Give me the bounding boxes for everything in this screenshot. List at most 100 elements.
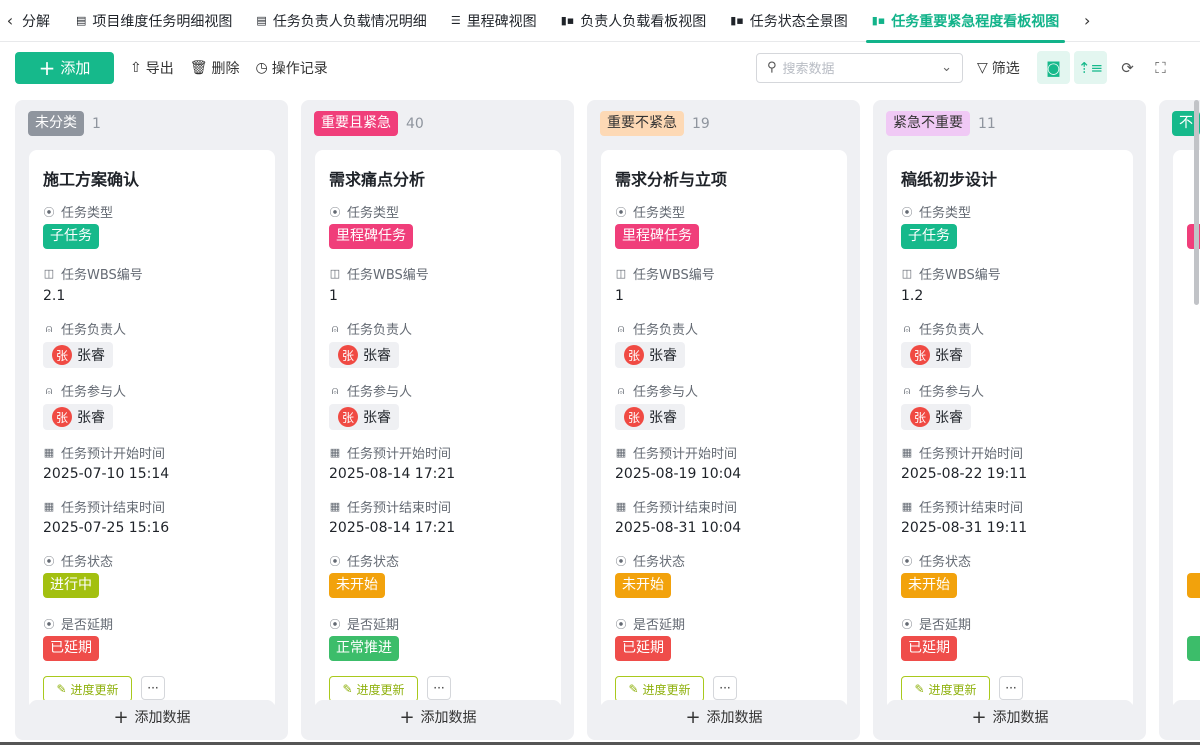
field-label: ⍝ 任务负责人	[43, 319, 126, 339]
field-label: ▦ 任务预计开始时间	[615, 446, 738, 462]
field-label: ⦿ 任务类型	[43, 205, 114, 222]
card-title[interactable]: 需求痛点分析	[329, 166, 425, 190]
plus-icon: +	[38, 55, 56, 80]
participant-chip[interactable]: 张张睿	[43, 404, 113, 430]
field-label: ⦿ 任务类型	[901, 205, 972, 222]
field-label: ⍝ 任务负责人	[901, 319, 984, 339]
upload-icon: ⇧	[130, 59, 142, 76]
status-tag	[1187, 573, 1200, 598]
history-button[interactable]: ◷ 操作记录	[256, 58, 328, 78]
kanban-icon: ▮▪	[730, 14, 744, 27]
tab-2[interactable]: ▤ 任务负责人负载情况明细	[244, 0, 438, 42]
radio-icon: ⦿	[901, 617, 913, 631]
participant-chip[interactable]: 张张睿	[901, 404, 971, 430]
field-label: ⍝ 任务负责人	[615, 319, 698, 339]
refresh-icon: ⟳	[1121, 58, 1134, 77]
field-label: ⦿ 任务状态	[901, 554, 972, 571]
card-title[interactable]: 施工方案确认	[43, 166, 139, 190]
more-button[interactable]: ···	[999, 676, 1023, 700]
table-icon: ▤	[76, 14, 87, 27]
calendar-icon: ▦	[43, 500, 55, 513]
refresh-button[interactable]: ⟳	[1111, 51, 1144, 84]
more-button[interactable]: ···	[713, 676, 737, 700]
progress-update-button[interactable]: ✎ 进度更新	[901, 676, 990, 702]
vertical-scrollbar[interactable]	[1194, 100, 1199, 305]
scroll-right-icon[interactable]: ›	[1077, 11, 1097, 30]
add-data-button[interactable]: +添加数据	[887, 700, 1133, 734]
tab-3[interactable]: ☰ 里程碑视图	[439, 0, 549, 42]
export-button[interactable]: ⇧ 导出	[130, 58, 174, 78]
user-icon: ⍝	[331, 321, 339, 335]
add-data-button[interactable]: +添加数据	[315, 700, 561, 734]
filter-button[interactable]: ▽ 筛选	[977, 58, 1020, 78]
task-card[interactable]: 稿纸初步设计 ⦿ 任务类型 子任务 ◫ 任务WBS编号 1.2 ⍝ 任务负责人张张睿 ⍝ 任务参与人…	[887, 150, 1133, 710]
column-header: 重要不紧急 19	[600, 111, 710, 136]
calendar-icon: ▦	[615, 500, 627, 513]
wbs-value: 1	[329, 288, 338, 304]
add-button[interactable]: + 添加	[15, 51, 114, 84]
chevron-down-icon[interactable]: ⌄	[941, 60, 952, 75]
field-label: ◫ 任务WBS编号	[901, 267, 1001, 283]
more-button[interactable]: ···	[141, 676, 165, 700]
kanban-column: 重要不紧急 19 需求分析与立项 ⦿ 任务类型 里程碑任务 ◫ 任务WBS编号 1 ⍝ 任务负责人张…	[587, 100, 860, 740]
add-data-button[interactable]: +添加数据	[1173, 700, 1200, 734]
field-label: ◫ 任务WBS编号	[329, 267, 429, 283]
field-label: ▦ 任务预计结束时间	[43, 500, 166, 516]
add-data-button[interactable]: +添加数据	[601, 700, 847, 734]
tab-6[interactable]: ▮▪ 任务重要紧急程度看板视图	[860, 0, 1072, 43]
column-count: 19	[692, 115, 710, 132]
avatar: 张	[338, 345, 358, 365]
radio-icon: ⦿	[43, 554, 55, 568]
calendar-icon: ▦	[901, 500, 913, 513]
progress-update-button[interactable]: ✎ 进度更新	[329, 676, 418, 702]
field-label: ⦿ 是否延期	[901, 617, 972, 634]
tab-1[interactable]: ▤ 项目维度任务明细视图	[64, 0, 244, 42]
avatar: 张	[624, 345, 644, 365]
progress-update-button[interactable]: ✎ 进度更新	[615, 676, 704, 702]
start-value: 2025-08-14 17:21	[329, 466, 456, 482]
add-data-button[interactable]: +添加数据	[29, 700, 275, 734]
sort-button[interactable]: ⇡≡	[1074, 51, 1107, 84]
card-title[interactable]: 稿纸初步设计	[901, 166, 997, 190]
progress-update-button[interactable]: ✎ 进度更新	[43, 676, 132, 702]
task-card[interactable]: 需求痛点分析 ⦿ 任务类型 里程碑任务 ◫ 任务WBS编号 1 ⍝ 任务负责人张张睿 ⍝ 任务参与人…	[315, 150, 561, 710]
calendar-icon: ▦	[329, 446, 341, 459]
avatar: 张	[338, 407, 358, 427]
tab-0[interactable]: 分解	[20, 0, 64, 42]
edit-icon: ✎	[914, 682, 925, 696]
participant-chip[interactable]: 张张睿	[615, 404, 685, 430]
participant-chip[interactable]: 张张睿	[329, 404, 399, 430]
field-label: ◫ 任务WBS编号	[615, 267, 715, 283]
users-icon: ⍝	[45, 383, 53, 397]
wbs-value: 2.1	[43, 288, 66, 304]
owner-chip[interactable]: 张张睿	[43, 342, 113, 368]
edit-icon: ✎	[342, 682, 353, 696]
field-label: ⍝ 任务负责人	[329, 319, 412, 339]
milestone-icon: ☰	[450, 14, 461, 27]
task-card[interactable]: 施工方案确认 ⦿ 任务类型 子任务 ◫ 任务WBS编号 2.1 ⍝ 任务负责人张张睿 ⍝ 任务参与人…	[29, 150, 275, 710]
scroll-left-icon[interactable]: ‹	[0, 11, 20, 30]
owner-chip[interactable]: 张张睿	[615, 342, 685, 368]
field-label: ⦿ 是否延期	[615, 617, 686, 634]
task-card[interactable]: 需求分析与立项 ⦿ 任务类型 里程碑任务 ◫ 任务WBS编号 1 ⍝ 任务负责人张张睿 ⍝ 任务参与…	[601, 150, 847, 710]
start-value: 2025-08-22 19:11	[901, 466, 1028, 482]
view-settings-button[interactable]: ◙	[1037, 51, 1070, 84]
owner-chip[interactable]: 张张睿	[901, 342, 971, 368]
fullscreen-button[interactable]: ⛶	[1144, 51, 1177, 84]
delete-button[interactable]: 🗑 删除	[190, 58, 240, 78]
status-tag: 未开始	[329, 573, 385, 598]
sort-icon: ⇡≡	[1077, 58, 1104, 77]
owner-chip[interactable]: 张张睿	[329, 342, 399, 368]
tab-4[interactable]: ▮▪ 负责人负载看板视图	[549, 0, 719, 42]
more-button[interactable]: ···	[427, 676, 451, 700]
radio-icon: ⦿	[43, 617, 55, 631]
delay-tag: 已延期	[43, 636, 99, 661]
search-input[interactable]: ⚲ 搜索数据 ⌄	[756, 52, 963, 83]
wbs-value: 1	[615, 288, 624, 304]
avatar: 张	[910, 407, 930, 427]
avatar: 张	[52, 345, 72, 365]
card-title[interactable]: 需求分析与立项	[615, 166, 727, 190]
radio-icon: ⦿	[901, 554, 913, 568]
users-icon: ⍝	[617, 383, 625, 397]
tab-5[interactable]: ▮▪ 任务状态全景图	[718, 0, 860, 42]
